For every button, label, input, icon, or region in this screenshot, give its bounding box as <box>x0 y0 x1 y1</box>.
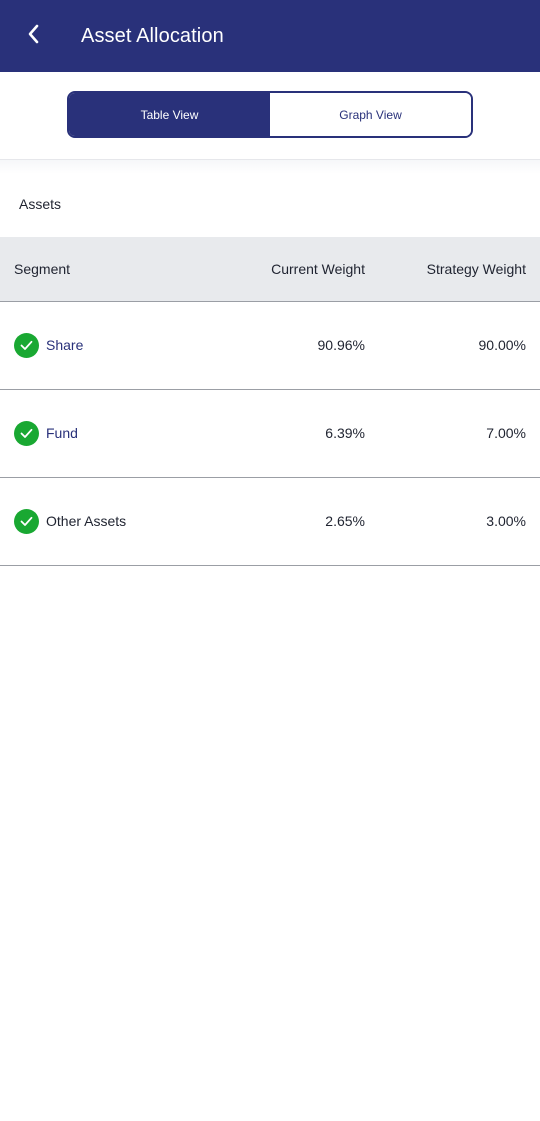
view-toggle: Table View Graph View <box>67 91 473 138</box>
segment-name-fund[interactable]: Fund <box>46 390 78 477</box>
app-header: Asset Allocation <box>0 0 540 72</box>
current-weight-value: 2.65% <box>325 513 365 529</box>
check-circle-icon <box>14 333 39 358</box>
back-button[interactable] <box>18 20 50 52</box>
app-screen: Asset Allocation Table View Graph View A… <box>0 0 540 1121</box>
view-toggle-bar: Table View Graph View <box>0 72 540 160</box>
page-title: Asset Allocation <box>81 25 224 47</box>
table-row: Fund 6.39% 7.00% <box>0 390 540 478</box>
table-row: Share 90.96% 90.00% <box>0 302 540 390</box>
strategy-weight-value: 3.00% <box>486 513 526 529</box>
segment-name-other-assets: Other Assets <box>46 513 127 529</box>
table-row: Other Assets 2.65% 3.00% <box>0 478 540 566</box>
check-circle-icon <box>14 421 39 446</box>
column-header-segment: Segment <box>14 261 71 277</box>
segment-name-share[interactable]: Share <box>46 302 83 389</box>
strategy-weight-value: 7.00% <box>486 425 526 441</box>
current-weight-value: 6.39% <box>325 425 365 441</box>
column-header-current-weight: Current Weight <box>271 261 365 277</box>
column-header-strategy-weight: Strategy Weight <box>426 261 526 277</box>
divider-shadow <box>0 160 540 174</box>
chevron-left-icon <box>25 23 43 50</box>
graph-view-tab[interactable]: Graph View <box>270 93 471 136</box>
check-circle-icon <box>14 509 39 534</box>
current-weight-value: 90.96% <box>317 337 365 353</box>
table-view-tab[interactable]: Table View <box>69 93 270 136</box>
section-label: Assets <box>19 196 62 212</box>
strategy-weight-value: 90.00% <box>478 337 526 353</box>
table-header-row: Segment Current Weight Strategy Weight <box>0 237 540 302</box>
